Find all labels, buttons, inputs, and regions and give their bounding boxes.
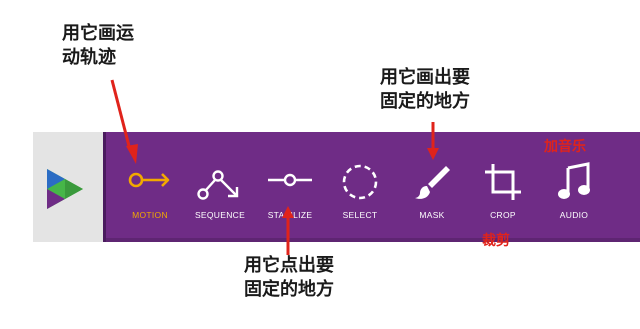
arrow-to-motion [110,79,138,164]
arrow-to-stabilize [282,206,294,255]
annotation-arrows [110,79,439,255]
arrow-to-mask [427,122,439,160]
